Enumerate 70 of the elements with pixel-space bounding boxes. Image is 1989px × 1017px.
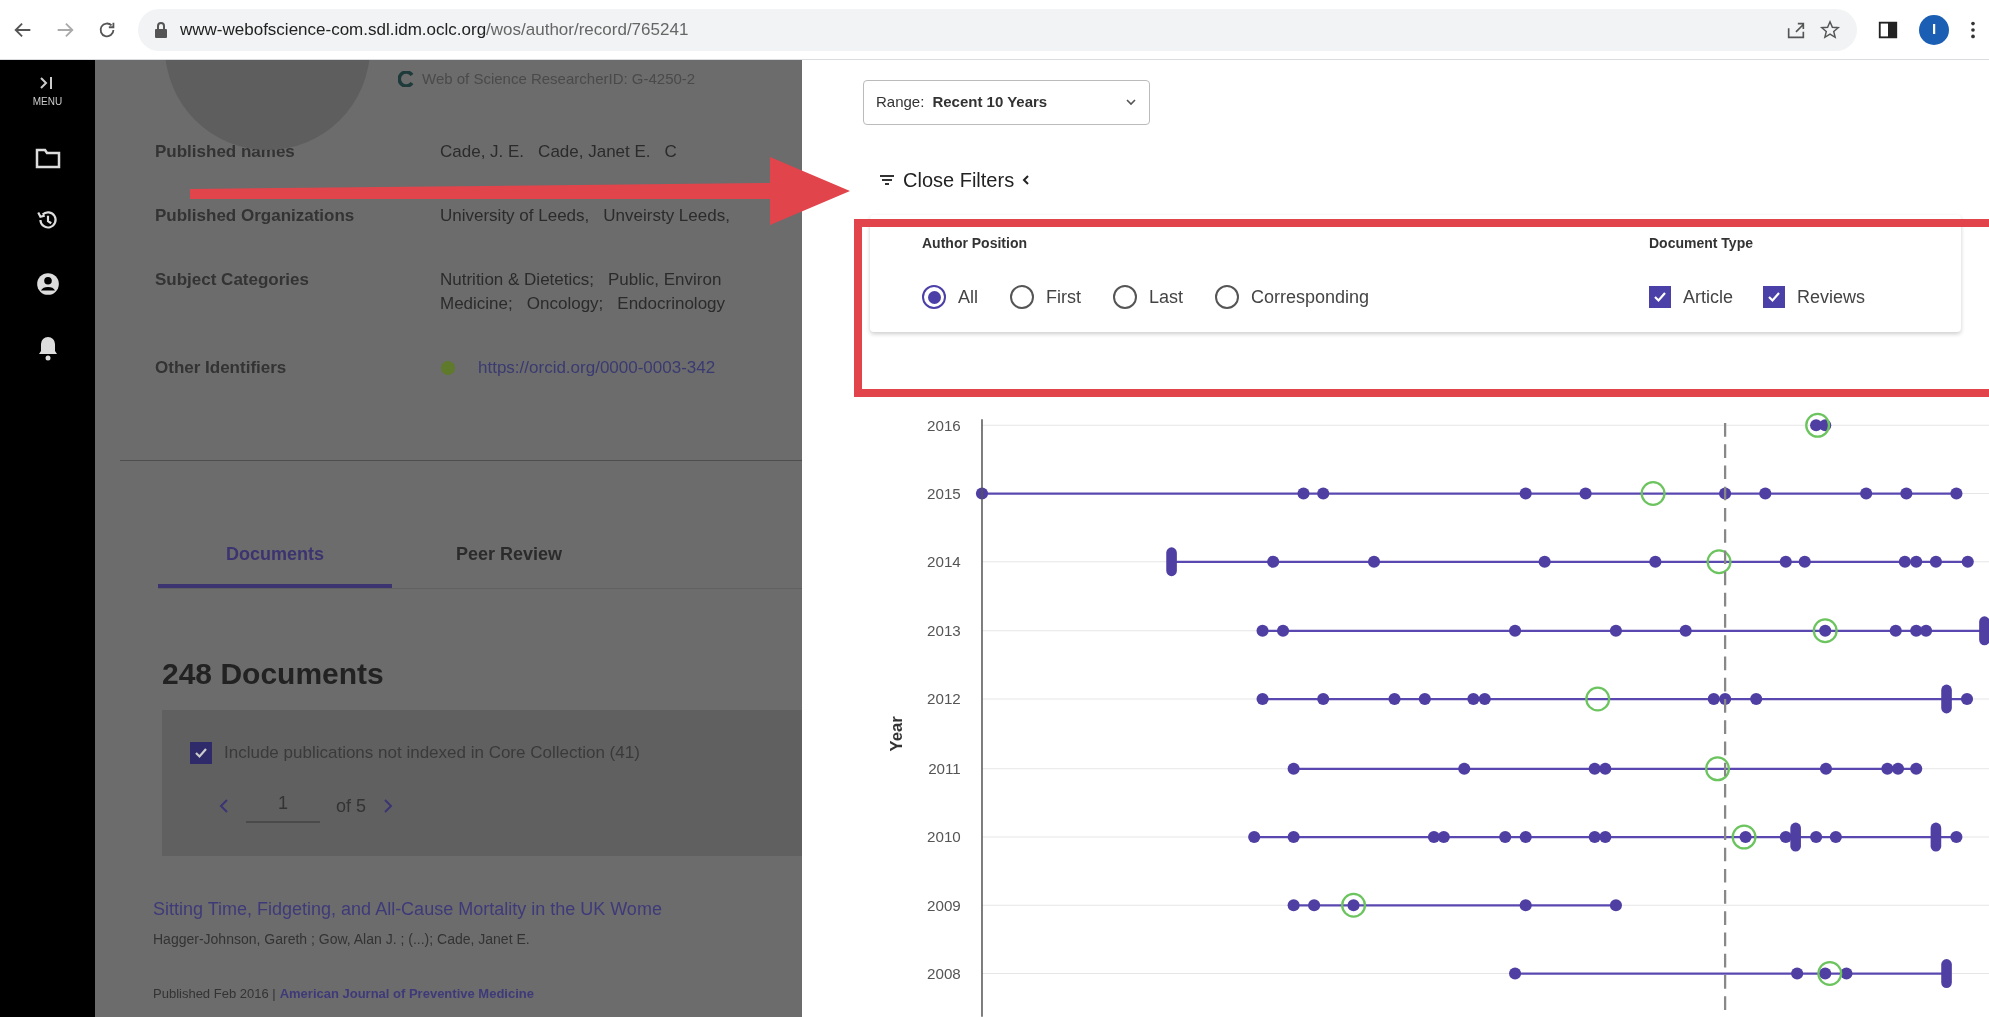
field-value: Endocrinology xyxy=(617,293,726,315)
field-value: Cade, Janet E. xyxy=(538,141,651,163)
checkbox[interactable] xyxy=(1649,286,1671,309)
ring-marker xyxy=(1812,618,1838,644)
year-label: 2011 xyxy=(928,760,961,778)
record-authors: Hagger-Johnson, Gareth ; Gow, Alan J. ; (...); Cade, Janet E. xyxy=(153,930,531,949)
field-value: Nutrition & Dietetics; xyxy=(440,269,594,291)
ring-marker xyxy=(1731,824,1757,850)
year-label: 2015 xyxy=(927,484,961,502)
ring-marker xyxy=(1706,549,1732,575)
publish-date: Published Feb 2016 | xyxy=(153,985,276,1003)
logo-icon xyxy=(398,71,414,87)
year-label: 2013 xyxy=(927,622,961,640)
url-text: www-webofscience-com.sdl.idm.oclc.org/wos/author/record/765241 xyxy=(180,18,689,41)
field-value: C xyxy=(664,141,677,163)
year-label: 2014 xyxy=(927,553,961,571)
tab[interactable]: Peer Review xyxy=(392,541,626,588)
ring-marker xyxy=(1805,412,1831,438)
orcid-icon xyxy=(440,360,456,376)
folder-icon[interactable] xyxy=(34,147,61,169)
field-label: Other Identifiers xyxy=(155,357,288,379)
radio-label: Corresponding xyxy=(1251,285,1370,309)
profile-avatar[interactable]: I xyxy=(1919,14,1949,45)
radio-label: Last xyxy=(1149,285,1184,309)
radio-label: All xyxy=(958,285,978,309)
tab[interactable]: Documents xyxy=(158,541,392,588)
checkbox[interactable] xyxy=(190,741,212,764)
year-label: 2010 xyxy=(927,828,961,846)
chevron-down-icon xyxy=(1125,98,1137,107)
field-label: Subject Categories xyxy=(155,269,310,291)
year-label: 2008 xyxy=(927,964,961,982)
bell-icon[interactable] xyxy=(36,335,59,361)
menu-button[interactable]: MENU xyxy=(32,76,63,109)
field-value: Cade, J. E. xyxy=(440,141,525,163)
checkbox-label: Reviews xyxy=(1797,285,1866,309)
address-bar[interactable]: www-webofscience-com.sdl.idm.oclc.org/wos/author/record/765241 xyxy=(138,8,1857,51)
star-icon[interactable] xyxy=(1819,18,1841,41)
range-dropdown[interactable]: Range: Recent 10 Years xyxy=(863,80,1150,125)
ring-marker xyxy=(1341,892,1367,918)
field-value: Unveirsty Leeds, xyxy=(603,205,730,227)
year-label: 2016 xyxy=(927,416,961,434)
ring-marker xyxy=(1705,756,1731,782)
ring-marker xyxy=(1640,481,1666,507)
close-filters-button[interactable]: Close Filters xyxy=(879,164,1031,195)
radio-button[interactable] xyxy=(922,285,946,310)
filter-heading: Document Type xyxy=(1649,233,1754,253)
field-value: Oncology; xyxy=(526,293,604,315)
lock-icon xyxy=(154,21,168,38)
user-icon[interactable] xyxy=(34,271,61,297)
checkbox-label: Article xyxy=(1683,285,1733,309)
field-value: University of Leeds, xyxy=(440,205,590,227)
filter-heading: Author Position xyxy=(922,233,1028,253)
chevron-left-icon xyxy=(1022,174,1031,185)
radio-button[interactable] xyxy=(1215,285,1240,310)
year-label: 2009 xyxy=(927,896,961,914)
checkmark-icon xyxy=(1653,290,1667,305)
axis-title: Year xyxy=(887,716,907,752)
checkbox[interactable] xyxy=(1763,286,1785,309)
field-value: Public, Environ xyxy=(608,269,722,291)
filter-icon xyxy=(879,173,895,186)
radio-button[interactable] xyxy=(1113,285,1137,310)
year-label: 2012 xyxy=(927,690,961,708)
ring-marker xyxy=(1585,686,1611,712)
checkmark-icon xyxy=(1767,290,1781,305)
documents-heading: 248 Documents xyxy=(162,656,385,692)
field-value: Medicine; xyxy=(440,293,513,315)
field-label: Published Organizations xyxy=(155,205,356,227)
radio-label: First xyxy=(1046,285,1081,309)
ring-marker xyxy=(1817,961,1843,987)
radio-button[interactable] xyxy=(1010,285,1034,310)
